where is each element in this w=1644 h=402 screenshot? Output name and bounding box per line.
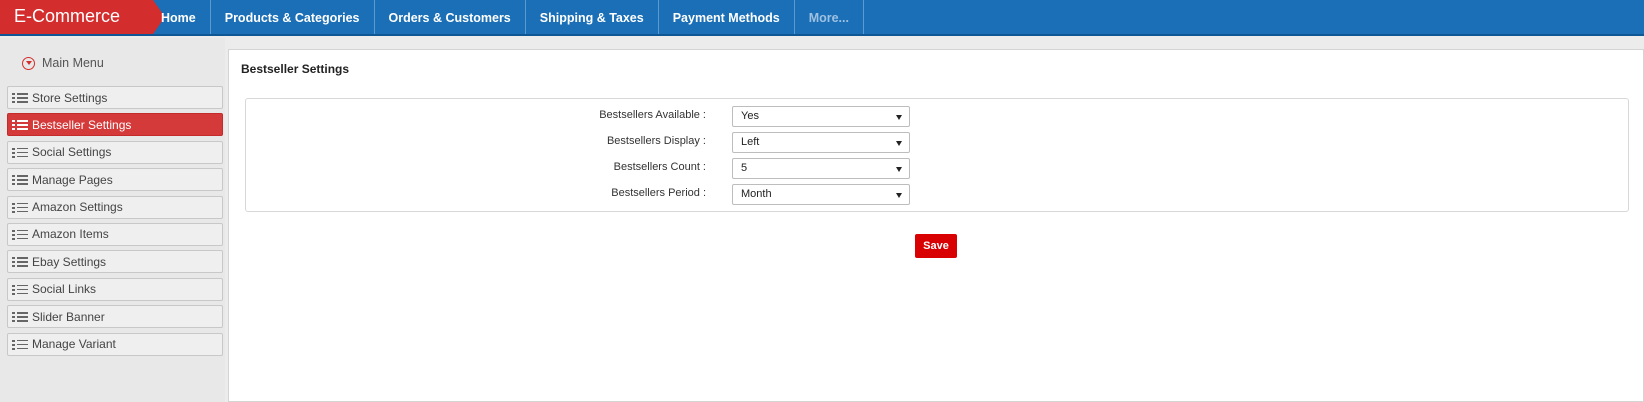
main-menu-label: Main Menu bbox=[42, 56, 104, 70]
sidebar-item-label: Slider Banner bbox=[32, 309, 105, 324]
main-nav: Home Products & Categories Orders & Cust… bbox=[153, 0, 864, 34]
nav-more[interactable]: More... bbox=[795, 0, 864, 34]
sidebar-item-manage-pages[interactable]: Manage Pages bbox=[7, 168, 223, 192]
sidebar-item-label: Manage Variant bbox=[32, 337, 116, 352]
nav-shipping-taxes[interactable]: Shipping & Taxes bbox=[526, 0, 659, 34]
list-icon bbox=[12, 147, 28, 158]
sidebar-item-label: Social Links bbox=[32, 282, 97, 297]
nav-orders-customers[interactable]: Orders & Customers bbox=[375, 0, 526, 34]
sidebar-item-social-links[interactable]: Social Links bbox=[7, 277, 223, 301]
list-icon bbox=[12, 92, 28, 103]
sidebar-item-label: Amazon Items bbox=[32, 227, 109, 242]
nav-payment-methods[interactable]: Payment Methods bbox=[659, 0, 795, 34]
sidebar-item-social-settings[interactable]: Social Settings bbox=[7, 140, 223, 164]
form-row-count: Bestsellers Count : 5 bbox=[246, 157, 1628, 179]
sidebar-item-label: Bestseller Settings bbox=[32, 117, 132, 132]
nav-home[interactable]: Home bbox=[153, 0, 211, 34]
main-panel: Bestseller Settings Bestsellers Availabl… bbox=[228, 49, 1644, 402]
sidebar-item-amazon-items[interactable]: Amazon Items bbox=[7, 222, 223, 246]
sidebar-item-slider-banner[interactable]: Slider Banner bbox=[7, 305, 223, 329]
sidebar-item-label: Amazon Settings bbox=[32, 200, 123, 215]
chevron-down-circle-icon bbox=[22, 56, 35, 70]
list-icon bbox=[12, 256, 28, 268]
sidebar-item-amazon-settings[interactable]: Amazon Settings bbox=[7, 195, 223, 219]
list-icon bbox=[12, 284, 28, 295]
sidebar-item-label: Social Settings bbox=[32, 145, 112, 160]
list-icon bbox=[12, 202, 28, 213]
sidebar-item-label: Manage Pages bbox=[32, 172, 113, 187]
form-row-available: Bestsellers Available : Yes bbox=[246, 105, 1628, 127]
page-title: Bestseller Settings bbox=[241, 62, 350, 76]
settings-form: Bestsellers Available : Yes Bestsellers … bbox=[245, 98, 1629, 212]
sidebar-item-label: Store Settings bbox=[32, 90, 108, 105]
form-row-display: Bestsellers Display : Left bbox=[246, 131, 1628, 153]
list-icon bbox=[12, 119, 28, 131]
list-icon bbox=[12, 339, 28, 350]
field-label: Bestsellers Display : bbox=[606, 135, 706, 147]
field-label: Bestsellers Period : bbox=[611, 187, 706, 199]
save-button[interactable]: Save bbox=[915, 234, 957, 258]
brand-logo[interactable]: E-Commerce bbox=[0, 0, 165, 34]
sidebar: Main Menu Store Settings Bestseller Sett… bbox=[0, 38, 225, 402]
sidebar-item-ebay-settings[interactable]: Ebay Settings bbox=[7, 250, 223, 274]
sidebar-list: Store Settings Bestseller Settings Socia… bbox=[7, 86, 223, 360]
top-navbar: E-Commerce Home Products & Categories Or… bbox=[0, 0, 1644, 36]
nav-products-categories[interactable]: Products & Categories bbox=[211, 0, 375, 34]
sidebar-item-manage-variant[interactable]: Manage Variant bbox=[7, 332, 223, 356]
bestsellers-count-select[interactable]: 5 bbox=[732, 158, 910, 179]
sidebar-item-label: Ebay Settings bbox=[32, 254, 107, 269]
list-icon bbox=[12, 174, 28, 186]
main-menu-toggle[interactable]: Main Menu bbox=[22, 54, 104, 72]
bestsellers-available-select[interactable]: Yes bbox=[732, 106, 910, 127]
bestsellers-display-select[interactable]: Left bbox=[732, 132, 910, 153]
field-label: Bestsellers Available : bbox=[599, 109, 706, 121]
field-label: Bestsellers Count : bbox=[613, 161, 706, 173]
sidebar-item-store-settings[interactable]: Store Settings bbox=[7, 86, 223, 109]
bestsellers-period-select[interactable]: Month bbox=[732, 184, 910, 205]
form-row-period: Bestsellers Period : Month bbox=[246, 183, 1628, 205]
sidebar-item-bestseller-settings[interactable]: Bestseller Settings bbox=[7, 113, 223, 137]
list-icon bbox=[12, 229, 28, 240]
list-icon bbox=[12, 311, 28, 323]
